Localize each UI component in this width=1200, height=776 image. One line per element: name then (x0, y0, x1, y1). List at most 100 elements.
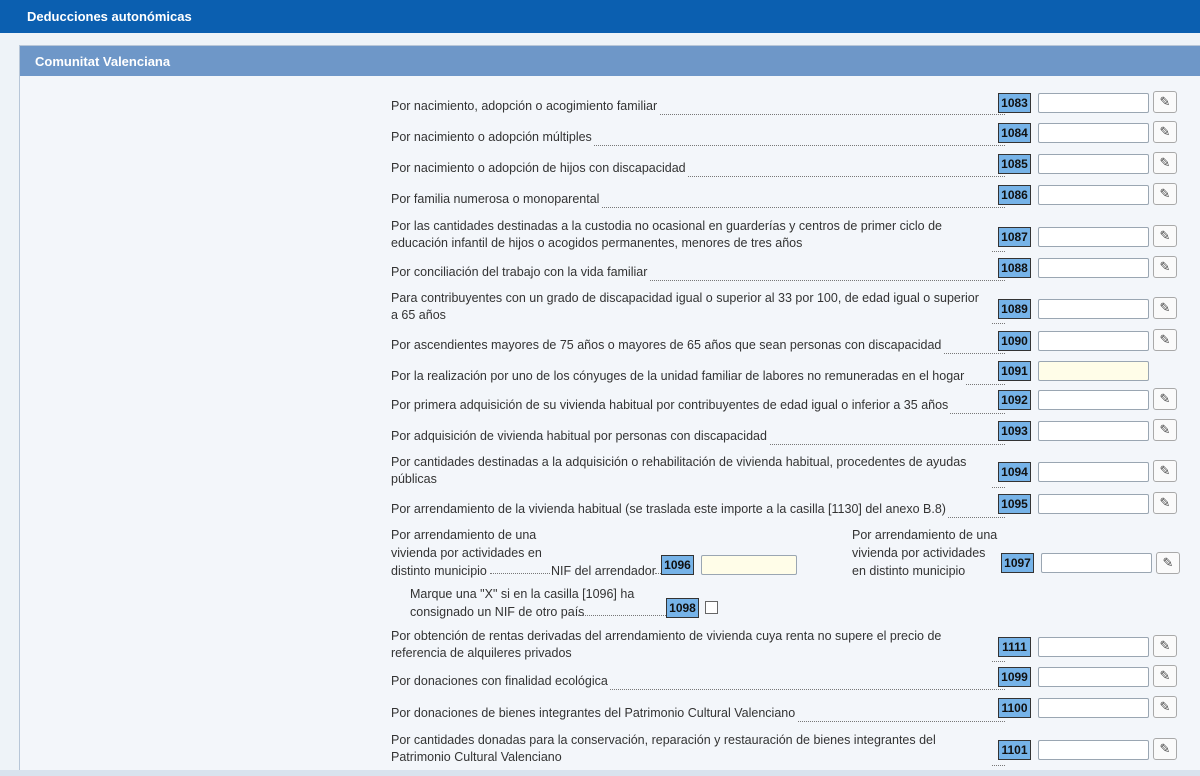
pencil-icon: ✎ (1159, 259, 1171, 274)
code-1085: 1085 (998, 154, 1031, 174)
pencil-icon: ✎ (1159, 699, 1171, 714)
otro-pais-checkbox[interactable] (705, 601, 718, 614)
nif-arrendador-input[interactable] (701, 555, 797, 575)
code-1096: 1096 (661, 555, 694, 575)
field-1084[interactable] (1038, 123, 1149, 143)
panel-title: Comunitat Valenciana (35, 54, 171, 69)
pencil-icon: ✎ (1159, 495, 1171, 510)
deduction-label: Para contribuyentes con un grado de disc… (391, 290, 991, 324)
field-1092[interactable] (1038, 390, 1149, 410)
deduction-label: Por la realización por uno de los cónyug… (391, 368, 967, 385)
edit-1099-button[interactable]: ✎ (1153, 665, 1177, 687)
code-1088: 1088 (998, 258, 1031, 278)
edit-1095-button[interactable]: ✎ (1153, 492, 1177, 514)
nif-label: NIF del arrendador (551, 564, 656, 578)
edit-1084-button[interactable]: ✎ (1153, 121, 1177, 143)
code-1094: 1094 (998, 462, 1031, 482)
edit-1090-button[interactable]: ✎ (1153, 329, 1177, 351)
pencil-icon: ✎ (1159, 463, 1171, 478)
code-1091: 1091 (998, 361, 1031, 381)
pencil-icon: ✎ (1159, 300, 1171, 315)
edit-1088-button[interactable]: ✎ (1153, 256, 1177, 278)
field-1087[interactable] (1038, 227, 1149, 247)
edit-1089-button[interactable]: ✎ (1153, 297, 1177, 319)
pencil-icon: ✎ (1159, 332, 1171, 347)
code-1111: 1111 (998, 637, 1031, 657)
edit-1092-button[interactable]: ✎ (1153, 388, 1177, 410)
field-1093[interactable] (1038, 421, 1149, 441)
edit-1101-button[interactable]: ✎ (1153, 738, 1177, 760)
edit-1111-button[interactable]: ✎ (1153, 635, 1177, 657)
edit-1087-button[interactable]: ✎ (1153, 225, 1177, 247)
leader-dots (578, 615, 666, 616)
code-1083: 1083 (998, 93, 1031, 113)
code-1099: 1099 (998, 667, 1031, 687)
field-1100[interactable] (1038, 698, 1149, 718)
field-1095[interactable] (1038, 494, 1149, 514)
section-header: Deducciones autonómicas (0, 0, 1200, 33)
pencil-icon: ✎ (1159, 391, 1171, 406)
pencil-icon: ✎ (1159, 741, 1171, 756)
bottom-strip (0, 770, 1200, 776)
code-1100: 1100 (998, 698, 1031, 718)
code-1090: 1090 (998, 331, 1031, 351)
code-1101: 1101 (998, 740, 1031, 760)
field-1099[interactable] (1038, 667, 1149, 687)
pencil-icon: ✎ (1159, 124, 1171, 139)
deduction-label: Por donaciones de bienes integrantes del… (391, 705, 798, 722)
pencil-icon: ✎ (1159, 668, 1171, 683)
code-1098: 1098 (666, 598, 699, 618)
edit-1094-button[interactable]: ✎ (1153, 460, 1177, 482)
edit-1100-button[interactable]: ✎ (1153, 696, 1177, 718)
edit-1097-button[interactable]: ✎ (1156, 552, 1180, 574)
pencil-icon: ✎ (1159, 186, 1171, 201)
field-1111[interactable] (1038, 637, 1149, 657)
pencil-icon: ✎ (1159, 638, 1171, 653)
deduction-label: Por nacimiento, adopción o acogimiento f… (391, 98, 660, 115)
code-1084: 1084 (998, 123, 1031, 143)
deduction-label: Por familia numerosa o monoparental (391, 191, 602, 208)
pencil-icon: ✎ (1159, 228, 1171, 243)
arrendamiento-left-label: Por arrendamiento de una vivienda por ac… (391, 528, 542, 578)
code-1089: 1089 (998, 299, 1031, 319)
deduction-label: Por cantidades donadas para la conservac… (391, 732, 991, 766)
code-1092: 1092 (998, 390, 1031, 410)
deduction-label: Por conciliación del trabajo con la vida… (391, 264, 650, 281)
leader-dots (490, 573, 550, 574)
edit-1093-button[interactable]: ✎ (1153, 419, 1177, 441)
deduction-label: Por ascendientes mayores de 75 años o ma… (391, 337, 944, 354)
field-1089[interactable] (1038, 299, 1149, 319)
deduction-label: Por cantidades destinadas a la adquisici… (391, 454, 991, 488)
field-1085[interactable] (1038, 154, 1149, 174)
field-1083[interactable] (1038, 93, 1149, 113)
pencil-icon: ✎ (1159, 94, 1171, 109)
pencil-icon: ✎ (1162, 555, 1174, 570)
deduction-label: Por obtención de rentas derivadas del ar… (391, 628, 991, 662)
deduction-label: Por donaciones con finalidad ecológica (391, 673, 610, 690)
deduction-label: Por arrendamiento de la vivienda habitua… (391, 501, 948, 518)
field-1091[interactable] (1038, 361, 1149, 381)
section-title: Deducciones autonómicas (27, 9, 192, 24)
deduction-label: Por primera adquisición de su vivienda h… (391, 397, 951, 414)
code-1093: 1093 (998, 421, 1031, 441)
field-1101[interactable] (1038, 740, 1149, 760)
code-1087: 1087 (998, 227, 1031, 247)
field-1088[interactable] (1038, 258, 1149, 278)
edit-1086-button[interactable]: ✎ (1153, 183, 1177, 205)
arrendamiento-right-label: Por arrendamiento de una vivienda por ac… (852, 528, 998, 578)
code-1086: 1086 (998, 185, 1031, 205)
field-1097[interactable] (1041, 553, 1152, 573)
code-1095: 1095 (998, 494, 1031, 514)
deduction-label: Por las cantidades destinadas a la custo… (391, 218, 991, 252)
field-1086[interactable] (1038, 185, 1149, 205)
deduction-label: Por nacimiento o adopción múltiples (391, 129, 594, 146)
edit-1083-button[interactable]: ✎ (1153, 91, 1177, 113)
deduction-label: Por adquisición de vivienda habitual por… (391, 428, 769, 445)
field-1090[interactable] (1038, 331, 1149, 351)
pencil-icon: ✎ (1159, 155, 1171, 170)
edit-1085-button[interactable]: ✎ (1153, 152, 1177, 174)
deduction-label: Por nacimiento o adopción de hijos con d… (391, 160, 688, 177)
field-1094[interactable] (1038, 462, 1149, 482)
pencil-icon: ✎ (1159, 422, 1171, 437)
panel-header: Comunitat Valenciana (20, 46, 1200, 76)
